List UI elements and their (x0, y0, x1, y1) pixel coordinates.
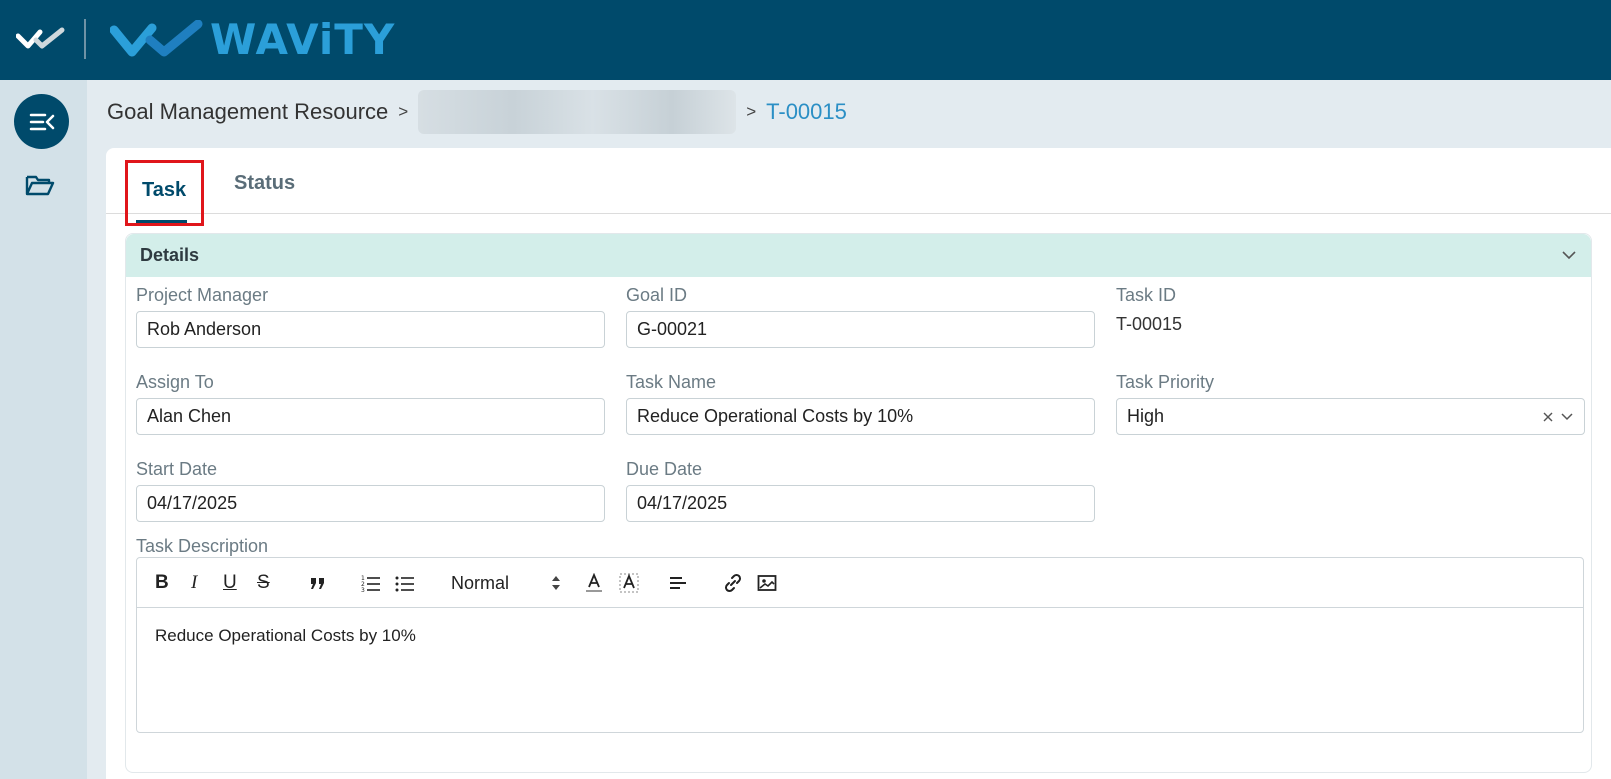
assign-to-value: Alan Chen (147, 406, 232, 426)
updown-icon (552, 576, 560, 590)
task-description-text: Reduce Operational Costs by 10% (155, 626, 416, 645)
goal-id-field[interactable]: G-00021 (626, 311, 1095, 348)
brand-logo[interactable]: WAViTY (110, 18, 395, 62)
task-description-label: Task Description (136, 536, 269, 556)
task-description-editor: B I U S 123 Normal Reduce Operational Co… (136, 557, 1584, 733)
task-id-label: Task ID (1116, 285, 1177, 305)
wavity-mark-icon (110, 20, 203, 57)
align-icon[interactable] (669, 572, 687, 594)
ordered-list-icon[interactable]: 123 (361, 572, 381, 594)
breadcrumb-root[interactable]: Goal Management Resource (107, 99, 388, 125)
strikethrough-icon[interactable]: S (257, 572, 270, 594)
tab-bar: Task Status (106, 148, 1611, 226)
tab-task[interactable]: Task (125, 160, 204, 226)
tab-task-label: Task (142, 179, 187, 201)
italic-icon[interactable]: I (191, 572, 197, 594)
editor-toolbar: B I U S 123 Normal (137, 558, 1583, 608)
tab-status-label: Status (234, 172, 296, 194)
breadcrumb: Goal Management Resource > > T-00015 (107, 90, 847, 134)
project-manager-label: Project Manager (136, 285, 269, 305)
breadcrumb-redacted-item[interactable] (418, 90, 737, 134)
breadcrumb-separator: > (746, 102, 757, 121)
task-name-field[interactable]: Reduce Operational Costs by 10% (626, 398, 1095, 435)
task-name-label: Task Name (626, 372, 717, 392)
task-name-value: Reduce Operational Costs by 10% (637, 406, 914, 426)
main-card: Task Status Details Project Manager Rob … (106, 148, 1611, 779)
due-date-value: 04/17/2025 (637, 493, 728, 513)
svg-text:3: 3 (361, 587, 365, 592)
checkmarks-logo-icon[interactable] (15, 26, 66, 57)
clear-icon[interactable] (1542, 411, 1554, 423)
chevron-down-icon[interactable] (1560, 412, 1574, 421)
breadcrumb-separator: > (398, 102, 409, 121)
active-tab-indicator (136, 220, 187, 223)
assign-to-label: Assign To (136, 372, 214, 392)
details-title: Details (140, 245, 200, 265)
bold-icon[interactable]: B (155, 572, 169, 594)
collapse-menu-icon (29, 113, 54, 130)
sidebar (0, 80, 87, 779)
details-panel: Details Project Manager Rob Anderson Goa… (125, 233, 1592, 773)
details-panel-header[interactable]: Details (126, 234, 1591, 277)
format-select-value: Normal (451, 572, 510, 593)
goal-id-label: Goal ID (626, 285, 688, 305)
top-bar: WAViTY (0, 0, 1611, 80)
project-manager-value: Rob Anderson (147, 319, 262, 339)
header-divider (84, 19, 86, 59)
folder-open-icon[interactable] (25, 173, 55, 202)
blockquote-icon[interactable] (309, 572, 327, 594)
bullet-list-icon[interactable] (395, 572, 415, 594)
task-priority-value: High (1127, 406, 1165, 426)
image-icon[interactable] (757, 572, 777, 594)
goal-id-value: G-00021 (637, 319, 708, 339)
editor-content[interactable]: Reduce Operational Costs by 10% (137, 608, 1583, 664)
task-priority-label: Task Priority (1116, 372, 1215, 392)
start-date-value: 04/17/2025 (147, 493, 238, 513)
tab-status[interactable]: Status (222, 166, 307, 201)
due-date-field[interactable]: 04/17/2025 (626, 485, 1095, 522)
start-date-field[interactable]: 04/17/2025 (136, 485, 605, 522)
task-id-value: T-00015 (1116, 314, 1183, 334)
sidebar-toggle-button[interactable] (14, 94, 69, 149)
underline-icon[interactable]: U (223, 572, 237, 594)
brand-name: WAViTY (210, 15, 396, 64)
start-date-label: Start Date (136, 459, 218, 479)
due-date-label: Due Date (626, 459, 703, 479)
assign-to-field[interactable]: Alan Chen (136, 398, 605, 435)
background-color-icon[interactable] (619, 572, 639, 594)
format-select[interactable]: Normal (451, 572, 561, 594)
link-icon[interactable] (723, 572, 743, 594)
project-manager-field[interactable]: Rob Anderson (136, 311, 605, 348)
chevron-down-icon[interactable] (1561, 247, 1577, 265)
breadcrumb-current[interactable]: T-00015 (766, 99, 847, 125)
task-priority-select[interactable]: High (1116, 398, 1585, 435)
text-color-icon[interactable] (585, 572, 603, 594)
